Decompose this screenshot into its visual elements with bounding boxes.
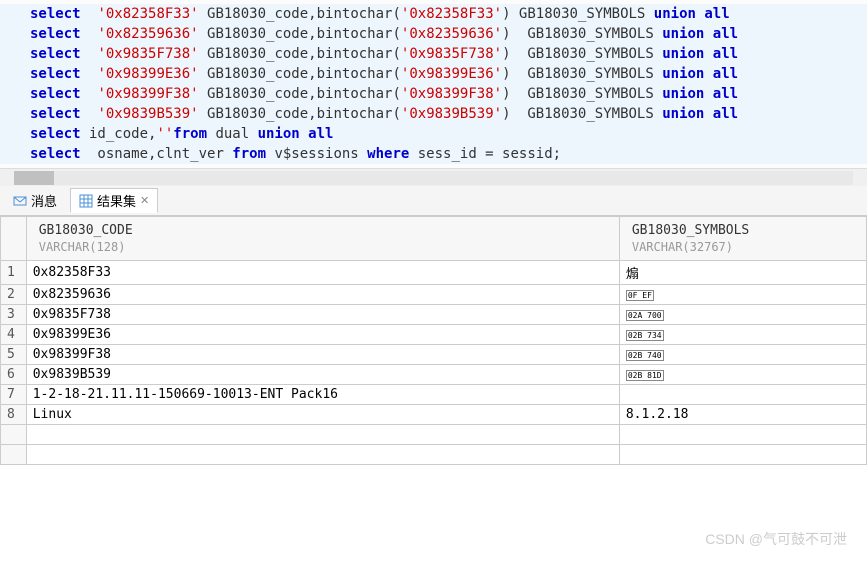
cell-code[interactable]: 0x82358F33 — [26, 261, 619, 285]
code-line[interactable]: select osname,clnt_ver from v$sessions w… — [0, 144, 867, 164]
cell-symbol[interactable]: 02A 700 — [619, 305, 866, 325]
sql-editor[interactable]: select '0x82358F33' GB18030_code,bintoch… — [0, 0, 867, 168]
code-line[interactable]: select id_code,''from dual union all — [0, 124, 867, 144]
table-row[interactable]: 40x98399E3602B 734 — [1, 325, 867, 345]
code-line[interactable]: select '0x98399F38' GB18030_code,bintoch… — [0, 84, 867, 104]
tab-messages-label: 消息 — [31, 191, 57, 210]
table-row[interactable]: 60x9839B53902B 81D — [1, 365, 867, 385]
cell-symbol[interactable]: 02B 81D — [619, 365, 866, 385]
table-row — [1, 425, 867, 445]
code-line[interactable]: select '0x9835F738' GB18030_code,bintoch… — [0, 44, 867, 64]
cell-symbol[interactable]: 02B 734 — [619, 325, 866, 345]
table-row[interactable]: 50x98399F3802B 740 — [1, 345, 867, 365]
cell-symbol[interactable]: 02B 740 — [619, 345, 866, 365]
grid-icon — [79, 194, 93, 208]
table-row[interactable]: 71-2-18-21.11.11-150669-10013-ENT Pack16 — [1, 385, 867, 405]
code-line[interactable]: select '0x9839B539' GB18030_code,bintoch… — [0, 104, 867, 124]
message-icon — [13, 194, 27, 208]
table-row[interactable]: 10x82358F33煽 — [1, 261, 867, 285]
cell-code[interactable]: 0x98399E36 — [26, 325, 619, 345]
table-row[interactable]: 20x823596360F EF — [1, 285, 867, 305]
horizontal-scrollbar[interactable] — [0, 168, 867, 186]
cell-code[interactable]: Linux — [26, 405, 619, 425]
column-header[interactable]: GB18030_CODEVARCHAR(128) — [26, 217, 619, 261]
code-line[interactable]: select '0x82358F33' GB18030_code,bintoch… — [0, 4, 867, 24]
cell-symbol[interactable]: 0F EF — [619, 285, 866, 305]
scroll-thumb[interactable] — [14, 171, 54, 185]
tab-results-label: 结果集 — [97, 191, 136, 210]
table-row — [1, 445, 867, 465]
table-row[interactable]: 30x9835F73802A 700 — [1, 305, 867, 325]
code-line[interactable]: select '0x98399E36' GB18030_code,bintoch… — [0, 64, 867, 84]
cell-code[interactable]: 1-2-18-21.11.11-150669-10013-ENT Pack16 — [26, 385, 619, 405]
column-header[interactable]: GB18030_SYMBOLSVARCHAR(32767) — [619, 217, 866, 261]
cell-code[interactable]: 0x9835F738 — [26, 305, 619, 325]
close-icon[interactable]: ✕ — [140, 194, 149, 207]
cell-code[interactable]: 0x9839B539 — [26, 365, 619, 385]
cell-code[interactable]: 0x98399F38 — [26, 345, 619, 365]
results-grid[interactable]: GB18030_CODEVARCHAR(128)GB18030_SYMBOLSV… — [0, 216, 867, 569]
cell-symbol[interactable]: 8.1.2.18 — [619, 405, 866, 425]
result-tabs: 消息 结果集 ✕ — [0, 186, 867, 216]
code-line[interactable]: select '0x82359636' GB18030_code,bintoch… — [0, 24, 867, 44]
cell-symbol[interactable]: 煽 — [619, 261, 866, 285]
cell-symbol[interactable] — [619, 385, 866, 405]
tab-results[interactable]: 结果集 ✕ — [70, 188, 158, 213]
cell-code[interactable]: 0x82359636 — [26, 285, 619, 305]
tab-messages[interactable]: 消息 — [4, 188, 66, 213]
table-row[interactable]: 8Linux8.1.2.18 — [1, 405, 867, 425]
